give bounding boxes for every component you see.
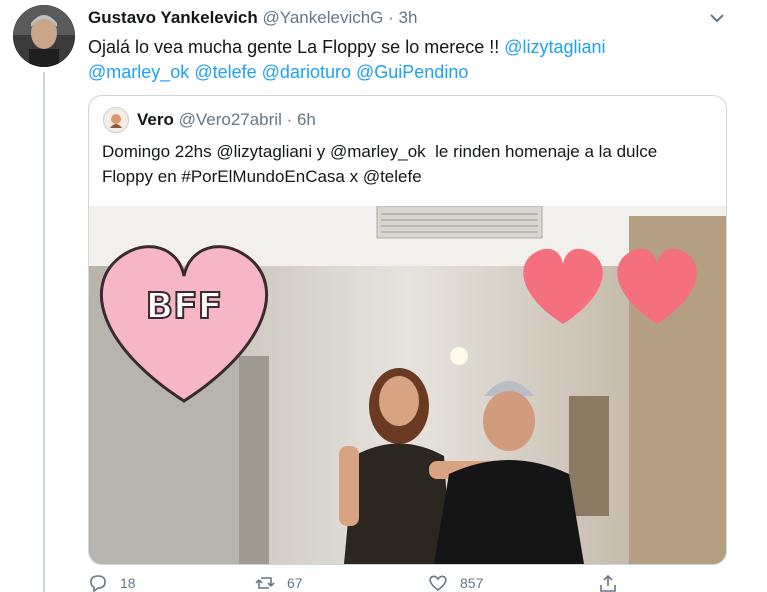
quoted-time[interactable]: 6h xyxy=(297,110,316,130)
mention-link[interactable]: @GuiPendino xyxy=(356,62,468,82)
quoted-text-part: Floppy en xyxy=(102,167,182,186)
quoted-mention[interactable]: @marley_ok xyxy=(330,142,426,161)
quoted-author-name[interactable]: Vero xyxy=(137,110,174,130)
like-icon xyxy=(429,575,447,592)
tweet: Gustavo Yankelevich @YankelevichG · 3h O… xyxy=(0,0,767,592)
thread-line xyxy=(43,72,45,592)
author-name[interactable]: Gustavo Yankelevich xyxy=(88,8,258,27)
quoted-text-part: y xyxy=(312,142,330,161)
dot-separator: · xyxy=(388,8,399,27)
quoted-author-avatar[interactable] xyxy=(103,107,129,133)
tweet-text-body: Ojalá lo vea mucha gente La Floppy se lo… xyxy=(88,37,505,57)
chevron-down-icon[interactable] xyxy=(706,8,728,28)
share-button[interactable] xyxy=(598,574,630,592)
mention-link[interactable]: @marley_ok xyxy=(88,62,189,82)
author-avatar[interactable] xyxy=(13,5,75,67)
like-button[interactable]: 857 xyxy=(428,574,483,592)
like-count: 857 xyxy=(460,575,484,591)
share-icon xyxy=(600,574,616,592)
quoted-text-part: Domingo 22hs xyxy=(102,142,217,161)
mention-link[interactable]: @telefe xyxy=(194,62,256,82)
retweet-button[interactable]: 67 xyxy=(255,574,303,592)
quoted-hashtag[interactable]: #PorElMundoEnCasa xyxy=(181,167,344,186)
reply-count: 18 xyxy=(120,575,136,591)
quoted-text-part: x xyxy=(344,167,363,186)
tweet-text: Ojalá lo vea mucha gente La Floppy se lo… xyxy=(88,35,728,85)
quoted-media-photo[interactable]: BFF xyxy=(89,205,726,564)
tweet-header: Gustavo Yankelevich @YankelevichG · 3h xyxy=(88,8,417,28)
reply-button[interactable]: 18 xyxy=(88,574,136,592)
mention-link[interactable]: @lizytagliani xyxy=(504,37,605,57)
quoted-text: Domingo 22hs @lizytagliani y @marley_ok … xyxy=(102,139,712,189)
quoted-text-part: le rinden homenaje a la dulce xyxy=(425,142,658,161)
retweet-icon xyxy=(255,577,275,589)
bff-sticker-text: BFF xyxy=(146,286,223,327)
quoted-tweet[interactable]: Vero @Vero27abril · 6h Domingo 22hs @liz… xyxy=(88,95,727,565)
quoted-mention[interactable]: @telefe xyxy=(363,167,422,186)
retweet-count: 67 xyxy=(287,575,303,591)
mention-link[interactable]: @darioturo xyxy=(262,62,351,82)
tweet-time[interactable]: 3h xyxy=(399,8,418,27)
author-handle[interactable]: @YankelevichG xyxy=(263,8,384,27)
reply-icon xyxy=(90,575,106,592)
quoted-header: Vero @Vero27abril · 6h xyxy=(103,107,316,133)
quoted-author-handle[interactable]: @Vero27abril xyxy=(179,110,282,130)
quoted-mention[interactable]: @lizytagliani xyxy=(216,142,312,161)
dot-separator: · xyxy=(281,110,297,129)
